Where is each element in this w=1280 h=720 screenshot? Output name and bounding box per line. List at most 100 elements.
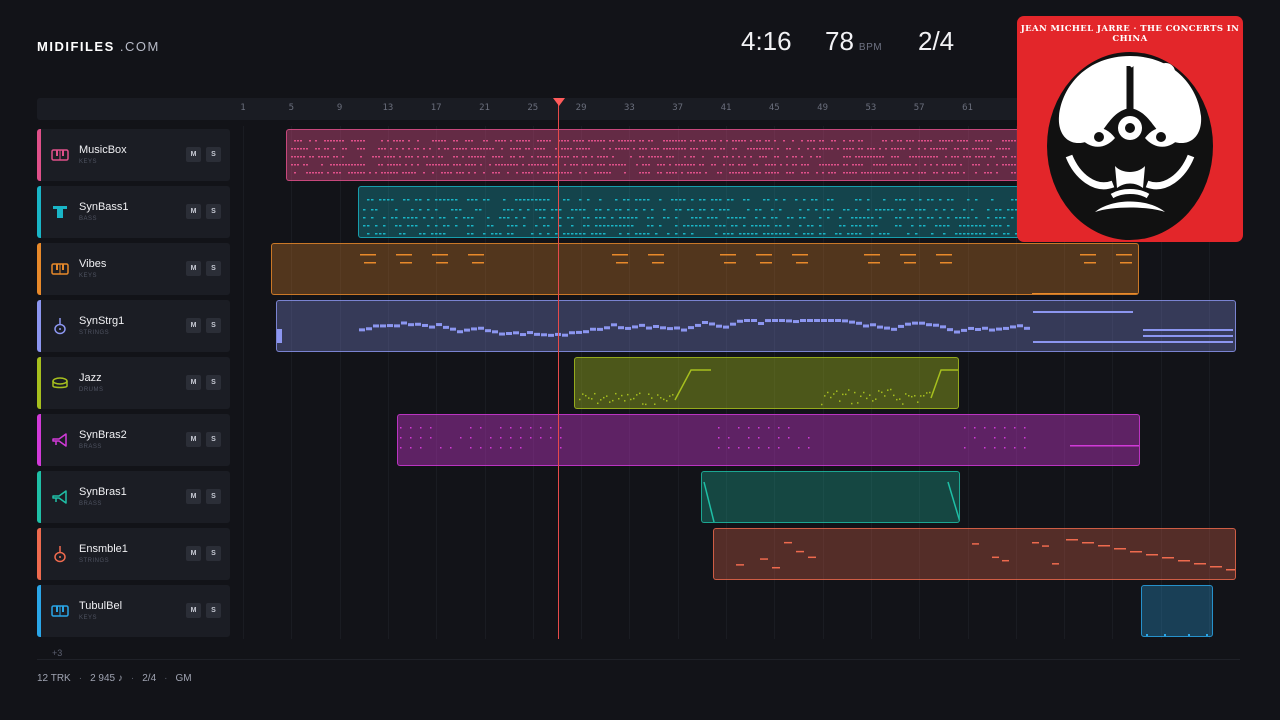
track-category: STRINGS xyxy=(79,558,110,564)
track-category: KEYS xyxy=(79,159,98,165)
piano-keys-icon xyxy=(51,146,69,164)
horn-icon xyxy=(51,431,69,449)
solo-button[interactable]: S xyxy=(206,204,221,219)
track-header-ensmble1[interactable]: Ensmble1 STRINGS M S xyxy=(37,528,230,580)
clip-synbras1[interactable] xyxy=(701,471,960,523)
piano-keys-icon xyxy=(51,260,69,278)
track-header-synbras2[interactable]: SynBras2 BRASS M S xyxy=(37,414,230,466)
ruler-tick: 61 xyxy=(962,103,973,113)
track-name: SynBras2 xyxy=(79,429,127,441)
solo-button[interactable]: S xyxy=(206,375,221,390)
ruler-tick: 17 xyxy=(430,103,442,113)
piano-keys-icon xyxy=(51,602,69,620)
logo-bold-text: MIDIFILES xyxy=(37,39,115,54)
track-header-synstrg1[interactable]: SynStrg1 STRINGS M S xyxy=(37,300,230,352)
track-name: Jazz xyxy=(79,372,102,384)
clip-ensmble1[interactable] xyxy=(713,528,1236,580)
track-color-stripe xyxy=(37,357,41,409)
track-category: DRUMS xyxy=(79,387,104,393)
track-name: TubulBel xyxy=(79,600,123,612)
clip-vibes[interactable] xyxy=(271,243,1139,295)
footer-time-signature: 2/4 xyxy=(142,673,157,684)
solo-button[interactable]: S xyxy=(206,318,221,333)
ruler-tick: 41 xyxy=(720,103,732,113)
clip-synstrg1[interactable] xyxy=(276,300,1236,352)
clip-jazz[interactable] xyxy=(574,357,959,409)
ruler-tick: 5 xyxy=(288,103,295,113)
ruler-tick: 57 xyxy=(913,103,925,113)
track-color-stripe xyxy=(37,414,41,466)
ruler-tick: 21 xyxy=(479,103,490,113)
solo-button[interactable]: S xyxy=(206,489,221,504)
ruler-tick: 9 xyxy=(336,103,343,113)
mute-button[interactable]: M xyxy=(186,261,201,276)
track-color-stripe xyxy=(37,528,41,580)
site-logo[interactable]: MIDIFILES .COM xyxy=(37,39,160,54)
track-color-stripe xyxy=(37,471,41,523)
clip-musicbox[interactable] xyxy=(286,129,1046,181)
solo-button[interactable]: S xyxy=(206,432,221,447)
horn-icon xyxy=(51,488,69,506)
track-category: KEYS xyxy=(79,615,98,621)
track-header-jazz[interactable]: Jazz DRUMS M S xyxy=(37,357,230,409)
track-name: Vibes xyxy=(79,258,107,270)
more-tracks-indicator[interactable]: +3 xyxy=(52,648,62,658)
ruler-tick: 53 xyxy=(865,103,877,113)
grid-line xyxy=(339,126,341,639)
mute-button[interactable]: M xyxy=(186,432,201,447)
track-category: BASS xyxy=(79,216,98,222)
drum-icon xyxy=(51,374,69,392)
ruler-tick: 33 xyxy=(623,103,635,113)
song-duration: 4:16 xyxy=(741,26,792,56)
track-color-stripe xyxy=(37,243,41,295)
playhead-handle[interactable] xyxy=(553,98,565,106)
track-count: 12 TRK xyxy=(37,673,71,684)
solo-button[interactable]: S xyxy=(206,147,221,162)
mute-button[interactable]: M xyxy=(186,318,201,333)
track-color-stripe xyxy=(37,300,41,352)
track-header-synbass1[interactable]: SynBass1 BASS M S xyxy=(37,186,230,238)
track-header-synbras1[interactable]: SynBras1 BRASS M S xyxy=(37,471,230,523)
note-count: 2 945 ♪ xyxy=(90,673,123,684)
mute-button[interactable]: M xyxy=(186,546,201,561)
logo-domain-text: .COM xyxy=(119,39,160,54)
track-name: MusicBox xyxy=(79,144,127,156)
violin-icon xyxy=(51,545,69,563)
track-header-musicbox[interactable]: MusicBox KEYS M S xyxy=(37,129,230,181)
track-color-stripe xyxy=(37,585,41,637)
clip-tubulbel[interactable] xyxy=(1141,585,1213,637)
ruler-tick: 29 xyxy=(575,103,587,113)
footer-divider xyxy=(37,659,1240,660)
track-name: SynStrg1 xyxy=(79,315,125,327)
track-color-stripe xyxy=(37,129,41,181)
grid-line xyxy=(291,126,293,639)
mute-button[interactable]: M xyxy=(186,204,201,219)
solo-button[interactable]: S xyxy=(206,546,221,561)
mute-button[interactable]: M xyxy=(186,147,201,162)
track-header-tubulbel[interactable]: TubulBel KEYS M S xyxy=(37,585,230,637)
bass-icon xyxy=(51,203,69,221)
solo-button[interactable]: S xyxy=(206,261,221,276)
clip-synbass1[interactable] xyxy=(358,186,1046,238)
mask-artwork xyxy=(1047,52,1213,240)
track-color-stripe xyxy=(37,186,41,238)
tempo-value: 78 xyxy=(825,26,854,56)
track-category: KEYS xyxy=(79,273,98,279)
grid-line xyxy=(243,126,244,639)
ruler-tick: 1 xyxy=(240,103,246,113)
clip-synbras2[interactable] xyxy=(397,414,1140,466)
track-category: BRASS xyxy=(79,501,102,507)
ruler-tick: 13 xyxy=(382,103,394,113)
time-signature-display: 2/4 xyxy=(918,26,955,56)
mute-button[interactable]: M xyxy=(186,489,201,504)
track-name: SynBras1 xyxy=(79,486,127,498)
track-header-vibes[interactable]: Vibes KEYS M S xyxy=(37,243,230,295)
tempo-display: 78 BPM xyxy=(825,26,882,57)
mute-button[interactable]: M xyxy=(186,603,201,618)
mute-button[interactable]: M xyxy=(186,375,201,390)
solo-button[interactable]: S xyxy=(206,603,221,618)
footer-info: 12 TRK · 2 945 ♪ · 2/4 · GM xyxy=(37,673,192,684)
ruler-tick: 45 xyxy=(768,103,780,113)
track-name: Ensmble1 xyxy=(79,543,128,555)
playhead[interactable] xyxy=(558,104,559,639)
